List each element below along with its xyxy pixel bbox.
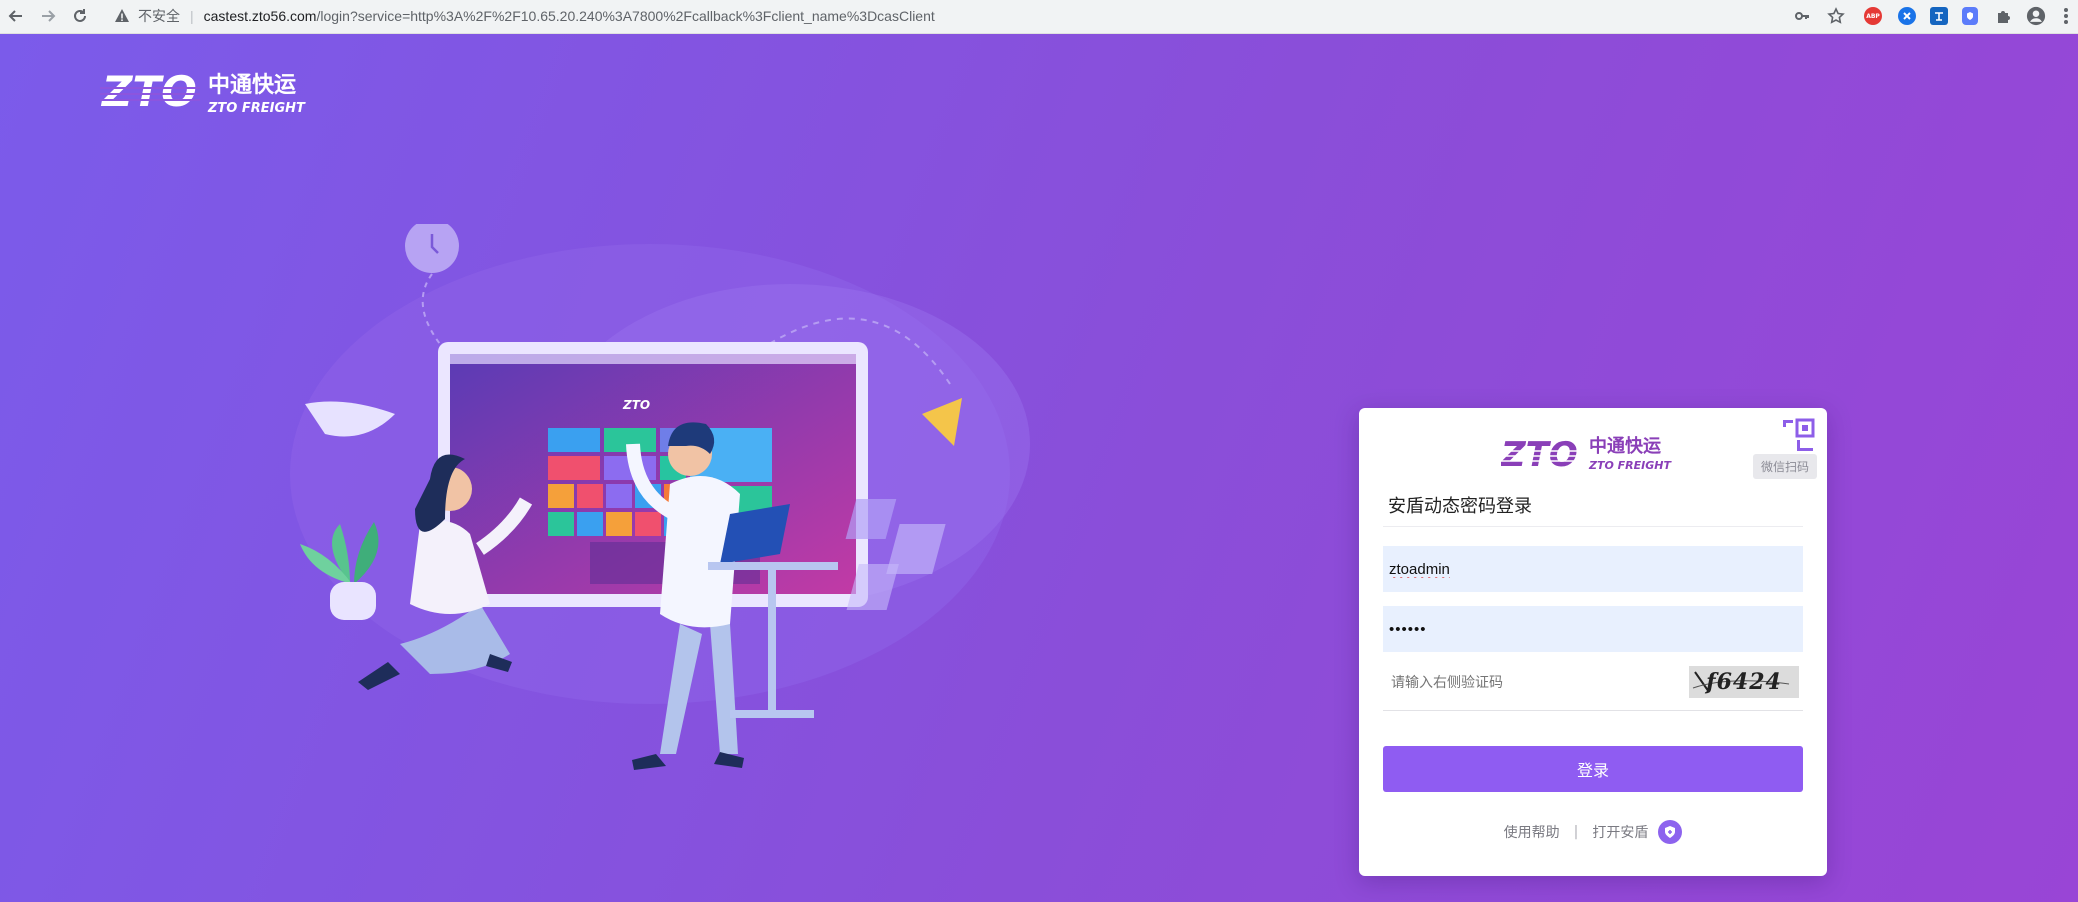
bookmark-star-icon[interactable] <box>1826 6 1846 26</box>
captcha-input[interactable] <box>1389 674 1673 692</box>
captcha-text: f6424 <box>1706 669 1782 695</box>
address-bar[interactable]: 不安全 | castest.zto56.com /login?service=h… <box>106 4 1846 28</box>
login-button[interactable]: 登录 <box>1383 746 1803 792</box>
adblock-extension-icon[interactable]: ABP <box>1864 7 1882 25</box>
menu-kebab-icon[interactable] <box>2056 6 2076 26</box>
browser-toolbar: 不安全 | castest.zto56.com /login?service=h… <box>0 0 2078 34</box>
footer-links: 使用帮助 | 打开安盾 <box>1359 820 1827 844</box>
svg-text:中通快运: 中通快运 <box>1589 435 1661 457</box>
username-input[interactable] <box>1383 546 1803 592</box>
svg-text:ZTO FREIGHT: ZTO FREIGHT <box>1588 459 1672 472</box>
security-label: 不安全 <box>138 8 180 24</box>
key-icon[interactable] <box>1792 6 1812 26</box>
profile-avatar-icon[interactable] <box>2026 6 2046 26</box>
link-separator: | <box>1573 824 1579 840</box>
svg-text:ZTO FREIGHT: ZTO FREIGHT <box>207 101 306 116</box>
qr-code-toggle-icon[interactable] <box>1775 414 1819 454</box>
extensions-puzzle-icon[interactable] <box>1994 6 2014 26</box>
help-link[interactable]: 使用帮助 <box>1504 822 1560 842</box>
svg-text:ZTO: ZTO <box>100 68 197 116</box>
open-andun-link[interactable]: 打开安盾 <box>1592 822 1648 842</box>
andun-shield-icon[interactable] <box>1658 820 1683 844</box>
login-card: ZTO 中通快运 ZTO FREIGHT 微信扫码 安盾动态密码登录 ztoad… <box>1359 408 1827 876</box>
warning-icon <box>115 9 129 22</box>
svg-text:ZTO: ZTO <box>622 398 650 412</box>
extension-blue-icon[interactable] <box>1898 7 1916 25</box>
url-host: castest.zto56.com <box>203 8 317 24</box>
captcha-row: f6424 <box>1383 660 1803 711</box>
zto-freight-logo: ZTO 中通快运 ZTO FREIGHT <box>100 67 320 120</box>
divider <box>1383 526 1803 527</box>
card-logo: ZTO 中通快运 ZTO FREIGHT <box>1500 434 1681 476</box>
password-input[interactable] <box>1383 606 1803 652</box>
login-page: ZTO 中通快运 ZTO FREIGHT ZTO ZTO 中通快运 ZTO FR… <box>0 34 2078 902</box>
wechat-scan-label[interactable]: 微信扫码 <box>1752 454 1817 479</box>
forward-icon[interactable] <box>36 4 60 28</box>
extension-translate-icon[interactable] <box>1930 7 1948 25</box>
reload-icon[interactable] <box>68 4 92 28</box>
extension-shield-icon[interactable] <box>1962 7 1978 25</box>
login-title: 安盾动态密码登录 <box>1388 496 1532 517</box>
back-icon[interactable] <box>4 4 28 28</box>
svg-text:中通快运: 中通快运 <box>208 73 296 98</box>
hero-illustration: ZTO <box>290 219 1080 834</box>
svg-text:ZTO: ZTO <box>1501 435 1578 472</box>
captcha-image[interactable]: f6424 <box>1689 666 1799 698</box>
url-path: /login?service=http%3A%2F%2F10.65.20.240… <box>316 8 935 24</box>
